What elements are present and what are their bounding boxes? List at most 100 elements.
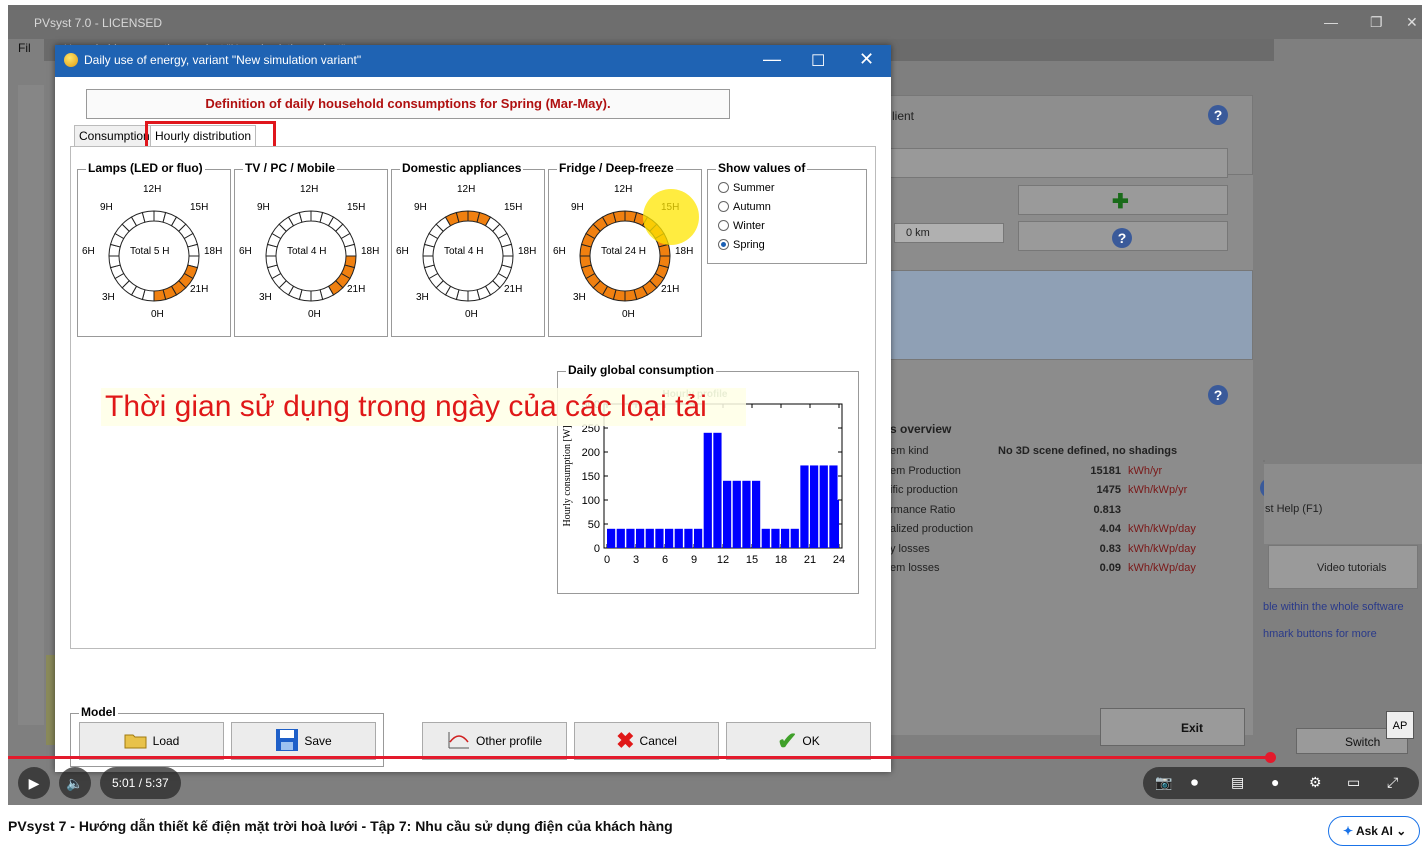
overview-row-value: 15181 xyxy=(1090,464,1121,477)
screenshot-icon[interactable]: 📷 xyxy=(1155,774,1172,791)
bar xyxy=(723,480,732,548)
bar xyxy=(761,528,770,548)
volume-icon[interactable]: 🔈 xyxy=(59,767,91,799)
distance-select[interactable]: 0 km xyxy=(906,227,930,239)
clock-label-h6: 6H xyxy=(82,246,95,257)
hour-segment xyxy=(579,255,592,269)
hour-segment xyxy=(108,255,121,269)
help-icon-3[interactable]: ? xyxy=(1208,385,1228,405)
ok-button[interactable]: ✔ OK xyxy=(726,722,871,760)
clock-label-h9: 9H xyxy=(571,202,584,213)
bar xyxy=(636,528,645,548)
bar xyxy=(752,480,761,548)
radio-icon xyxy=(718,220,729,231)
clock-label-h15: 15H xyxy=(504,202,523,213)
bar xyxy=(665,528,674,548)
chevron-down-icon: ⌄ xyxy=(1396,824,1407,838)
cancel-button[interactable]: ✖ Cancel xyxy=(574,722,719,760)
clock-label-h18: 18H xyxy=(204,246,223,257)
bar xyxy=(810,465,819,548)
x-tick-label: 9 xyxy=(691,554,697,566)
load-button[interactable]: Load xyxy=(79,722,224,760)
clock-label-h12: 12H xyxy=(300,184,319,195)
pvsyst-icon xyxy=(64,53,78,67)
radio-autumn[interactable]: Autumn xyxy=(718,201,771,213)
dialog-maximize-icon[interactable]: ☐ xyxy=(811,51,825,71)
maximize-icon[interactable]: ❐ xyxy=(1370,14,1383,31)
bar xyxy=(742,480,751,548)
bar xyxy=(800,465,809,548)
tab-consumption[interactable]: Consumption xyxy=(74,125,155,147)
hour-segment xyxy=(298,210,312,223)
add-icon[interactable]: ✚ xyxy=(1112,189,1129,214)
drop-icon[interactable]: ● xyxy=(1271,774,1279,790)
close-icon[interactable]: ✕ xyxy=(1406,14,1418,31)
group-2: Domestic appliances 12H 15H 18H 21H 0H 3H 6H 9H T… xyxy=(391,161,545,337)
y-tick-label: 0 xyxy=(594,543,600,555)
model-label: Model xyxy=(79,705,118,719)
x-tick-label: 24 xyxy=(833,554,845,566)
help-icon-2[interactable]: ? xyxy=(1112,228,1132,248)
clock-label-h12: 12H xyxy=(614,184,633,195)
play-icon[interactable]: ▶ xyxy=(18,767,50,799)
dialog-minimize-icon[interactable]: — xyxy=(763,49,781,70)
clock-label-h21: 21H xyxy=(504,284,523,295)
radio-spring[interactable]: Spring xyxy=(718,239,765,251)
captions-icon[interactable]: ▤ xyxy=(1231,774,1244,791)
radio-summer[interactable]: Summer xyxy=(718,182,775,194)
subtitle-overlay: Thời gian sử dụng trong ngày của các loạ… xyxy=(101,388,746,426)
hour-segment xyxy=(612,210,626,223)
ask-ai-button[interactable]: ✦ Ask AI ⌄ xyxy=(1328,816,1420,846)
app-title-bar: PVsyst 7.0 - LICENSED — ❐ ✕ xyxy=(8,5,1422,39)
dialog-title-bar: Daily use of energy, variant "New simula… xyxy=(55,45,891,77)
overview-label: s overview xyxy=(890,422,952,436)
hour-segment xyxy=(422,255,435,269)
overview-row-unit: kWh/kWp/day xyxy=(1128,523,1196,535)
folder-icon xyxy=(124,731,148,752)
clock-label-h9: 9H xyxy=(414,202,427,213)
hour-segment xyxy=(310,289,324,302)
radio-winter[interactable]: Winter xyxy=(718,220,765,232)
settings-icon[interactable]: ⚙ xyxy=(1309,774,1322,791)
help-icon[interactable]: ? xyxy=(1208,105,1228,125)
group-0: Lamps (LED or fluo) 12H 15H 18H 21H 0H 3H 6H 9H T… xyxy=(77,161,231,337)
clock-label-h18: 18H xyxy=(518,246,537,257)
menu-file[interactable]: Fil xyxy=(18,41,31,55)
overview-row-label: rmance Ratio xyxy=(890,503,956,516)
cancel-x-icon: ✖ xyxy=(616,728,635,753)
autoplay-toggle-icon[interactable]: ⏺ xyxy=(1191,774,1198,791)
bar xyxy=(703,432,712,548)
clock-label-h21: 21H xyxy=(347,284,366,295)
save-label: Save xyxy=(304,734,332,748)
hour-segment xyxy=(658,243,671,257)
dialog-close-icon[interactable]: ✕ xyxy=(859,49,874,70)
video-tutorials-button[interactable]: Video tutorials xyxy=(1268,545,1418,589)
clock-label-h21: 21H xyxy=(190,284,209,295)
bar xyxy=(616,528,625,548)
radio-label: Autumn xyxy=(733,201,771,213)
progress-bar[interactable] xyxy=(8,756,1270,759)
y-tick-label: 200 xyxy=(582,447,600,459)
x-tick-label: 21 xyxy=(804,554,816,566)
x-tick-label: 15 xyxy=(746,554,758,566)
total-hours: Total 4 H xyxy=(444,246,484,257)
overview-row-label: ific production xyxy=(890,484,958,496)
exit-label: Exit xyxy=(1181,721,1204,735)
radio-label: Spring xyxy=(733,239,765,251)
progress-handle[interactable] xyxy=(1265,752,1276,763)
dialog-title: Daily use of energy, variant "New simula… xyxy=(84,53,362,67)
save-button[interactable]: Save xyxy=(231,722,376,760)
bar xyxy=(790,528,799,548)
clock-label-h3: 3H xyxy=(416,292,429,303)
other-profile-button[interactable]: Other profile xyxy=(422,722,567,760)
video-tutorials-label: Video tutorials xyxy=(1317,562,1387,574)
fullscreen-icon[interactable]: ⤢ xyxy=(1387,774,1398,791)
overview-row-unit: kWh/kWp/day xyxy=(1128,562,1196,574)
exit-button[interactable]: Exit xyxy=(1100,708,1245,746)
miniplayer-icon[interactable]: ▭ xyxy=(1347,774,1360,791)
clock-label-h0: 0H xyxy=(151,309,164,320)
help-f1-button[interactable]: st Help (F1) xyxy=(1265,503,1322,515)
profile-chart-icon xyxy=(447,730,471,753)
minimize-icon[interactable]: — xyxy=(1324,14,1338,30)
bar xyxy=(626,528,635,548)
